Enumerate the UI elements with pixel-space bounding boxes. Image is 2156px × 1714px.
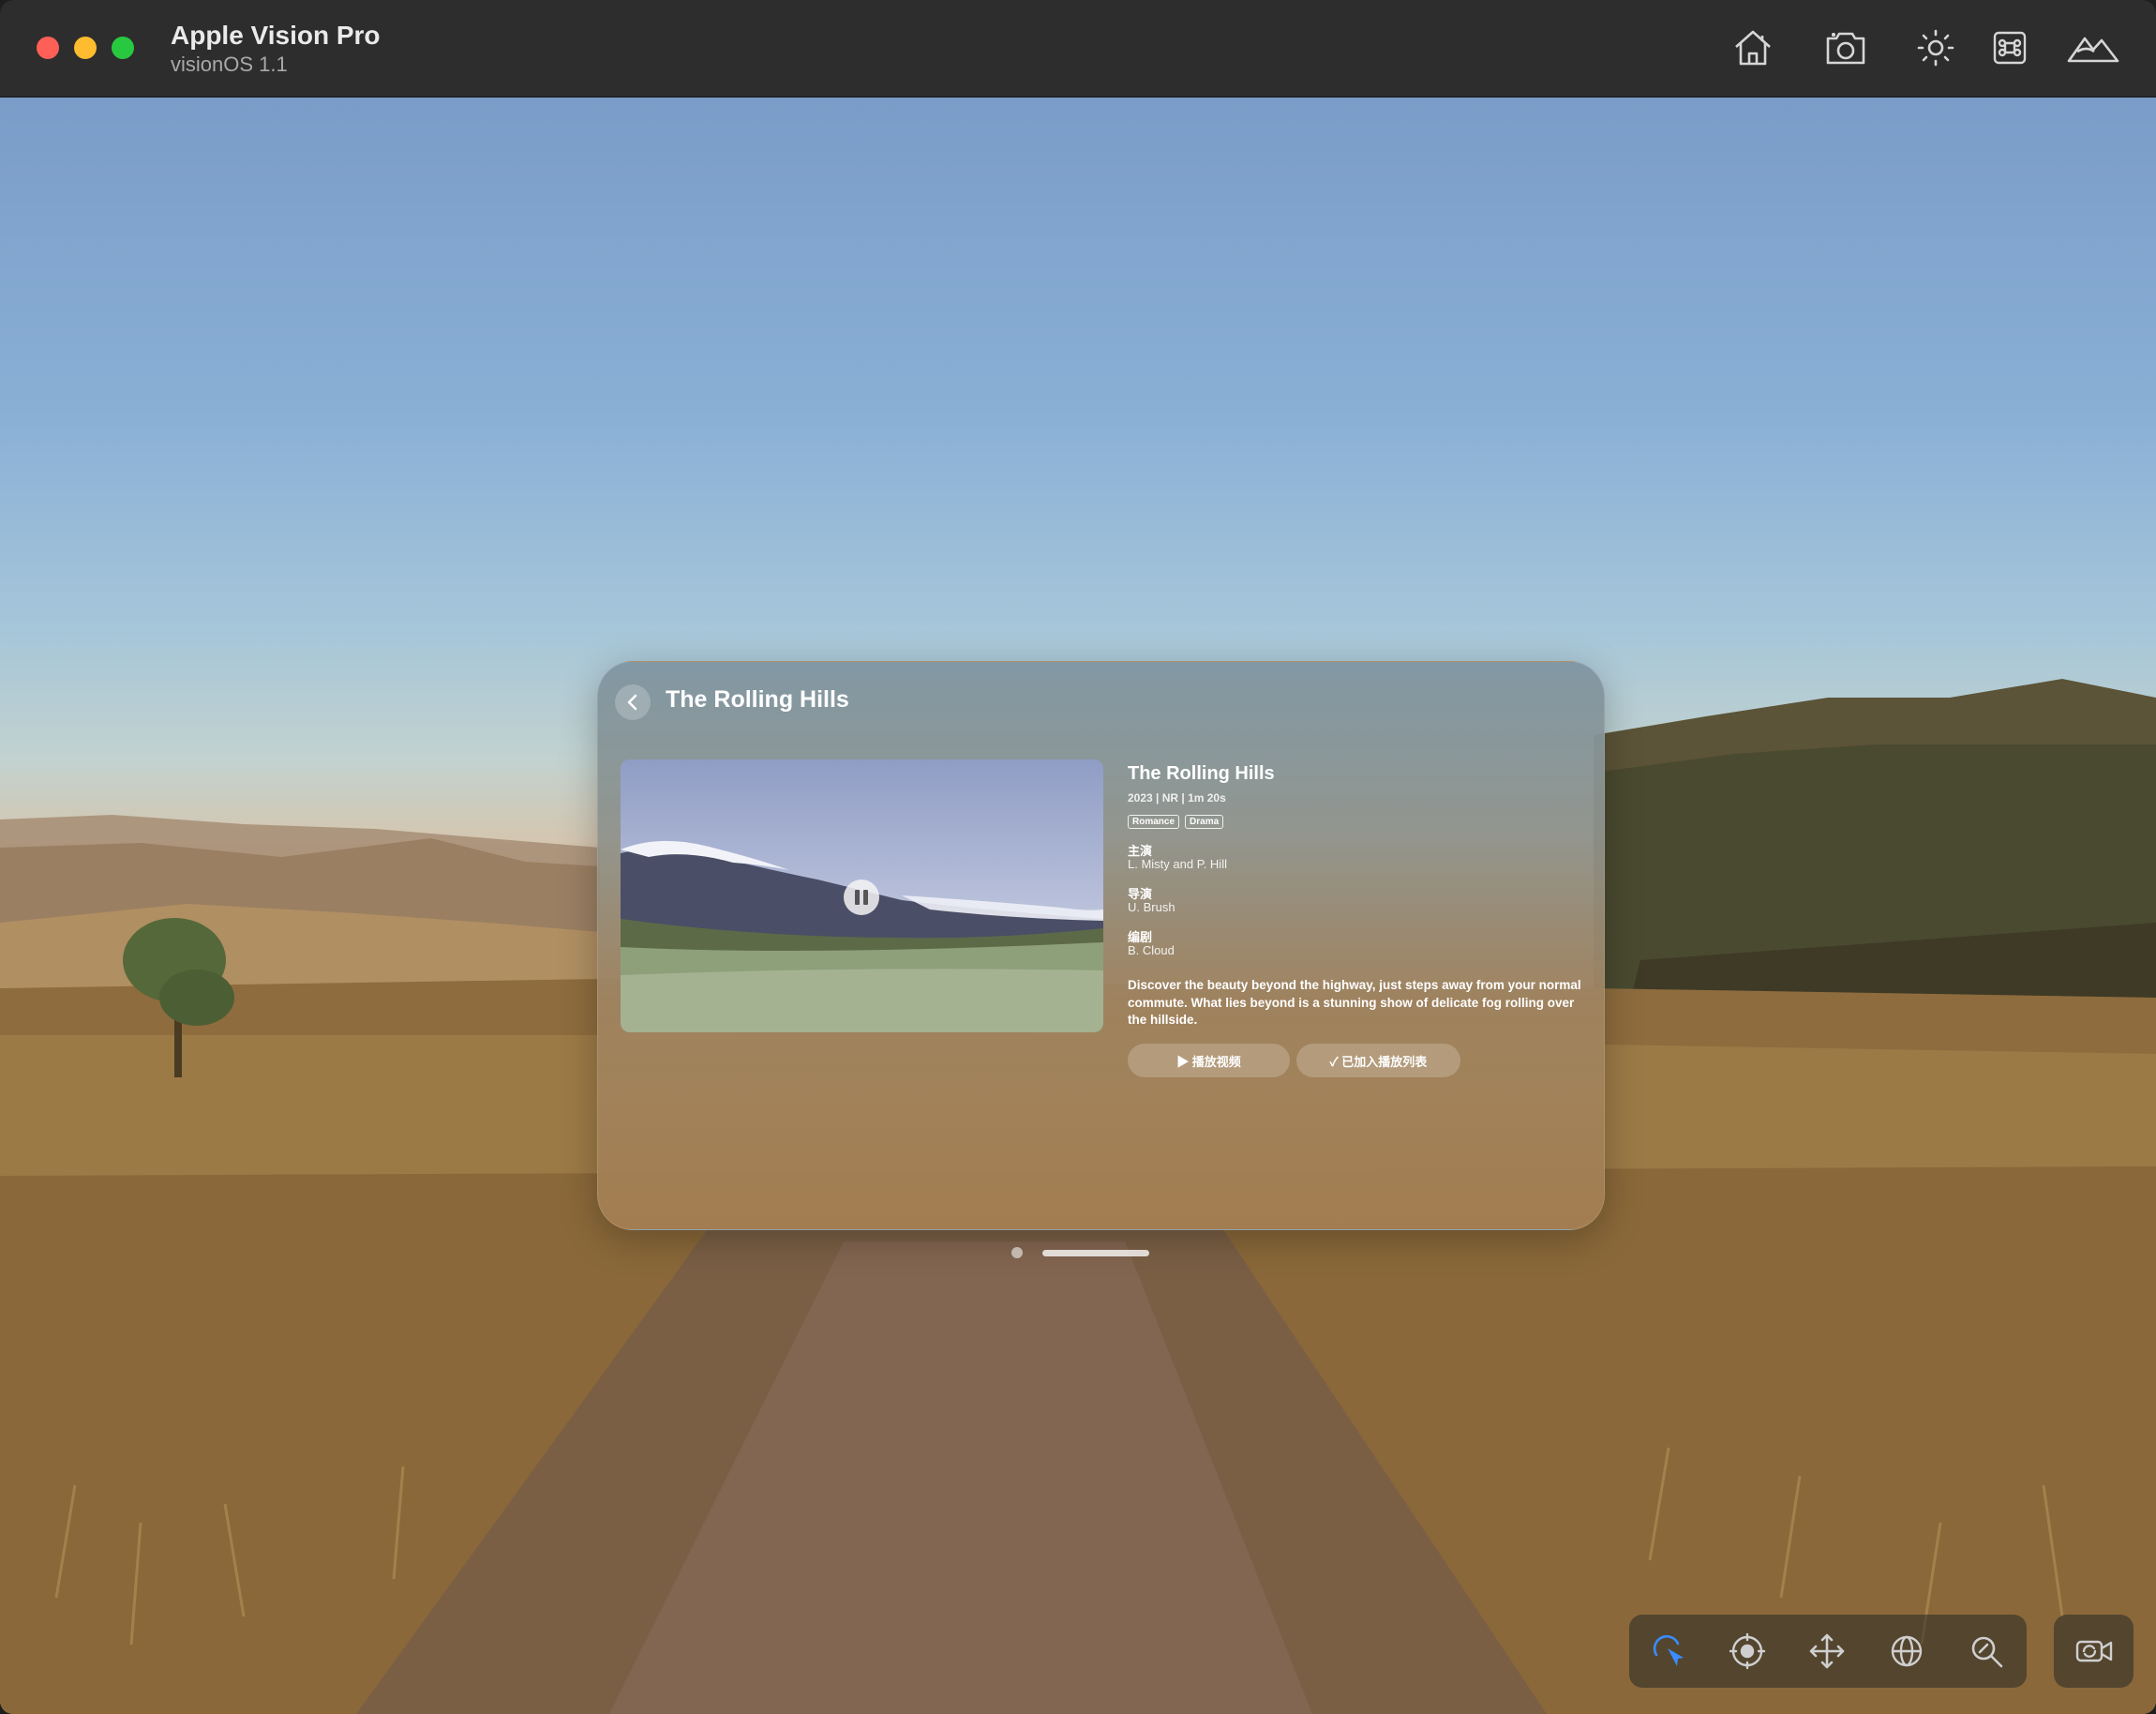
genre-tags: Romance Drama [1128,815,1224,829]
back-button[interactable] [615,684,651,720]
minimize-window-button[interactable] [74,37,97,59]
genre-tag: Drama [1185,815,1224,829]
window-grabber-bar[interactable] [1042,1250,1149,1256]
close-window-button[interactable] [37,37,59,59]
screenshot-camera-icon[interactable] [1821,23,1870,72]
added-to-playlist-button[interactable]: ✓ 已加入播放列表 [1296,1044,1460,1077]
play-video-button[interactable]: ▶ 播放视频 [1128,1044,1290,1077]
look-around-icon[interactable] [1729,1632,1766,1670]
simulator-window: Apple Vision Pro visionOS 1.1 The Rollin… [0,0,2156,1714]
home-icon[interactable] [1729,23,1777,72]
simulator-toolbar [1629,1615,2027,1688]
window-close-dot[interactable] [1011,1247,1023,1258]
starring-value: L. Misty and P. Hill [1128,857,1227,871]
command-key-icon[interactable] [1985,23,2034,72]
os-version: visionOS 1.1 [171,53,288,76]
writer-value: B. Cloud [1128,943,1175,957]
video-player[interactable] [621,759,1103,1032]
pan-move-icon[interactable] [1808,1632,1846,1670]
orbit-icon[interactable] [1888,1632,1925,1670]
window-title: The Rolling Hills [666,686,849,713]
genre-tag: Romance [1128,815,1180,829]
movie-meta: 2023 | NR | 1m 20s [1128,791,1226,804]
zoom-window-button[interactable] [112,37,134,59]
zoom-icon[interactable] [1968,1632,2005,1670]
movie-description: Discover the beauty beyond the highway, … [1128,978,1581,1027]
movie-detail-window: The Rolling Hills The Rolling Hills 2023… [597,661,1605,1230]
director-value: U. Brush [1128,900,1175,914]
pause-icon[interactable] [844,880,879,915]
environment-mountains-icon[interactable] [2066,23,2120,72]
brightness-icon[interactable] [1911,23,1960,72]
immersive-environment: The Rolling Hills The Rolling Hills 2023… [0,98,2156,1714]
app-title: Apple Vision Pro [171,21,381,50]
camera-switch-icon[interactable] [2074,1631,2115,1672]
chevron-left-icon [627,694,637,711]
title-bar: Apple Vision Pro visionOS 1.1 [0,0,2156,98]
movie-title: The Rolling Hills [1128,763,1275,784]
select-pointer-icon[interactable] [1649,1632,1686,1670]
camera-control [2054,1615,2134,1688]
